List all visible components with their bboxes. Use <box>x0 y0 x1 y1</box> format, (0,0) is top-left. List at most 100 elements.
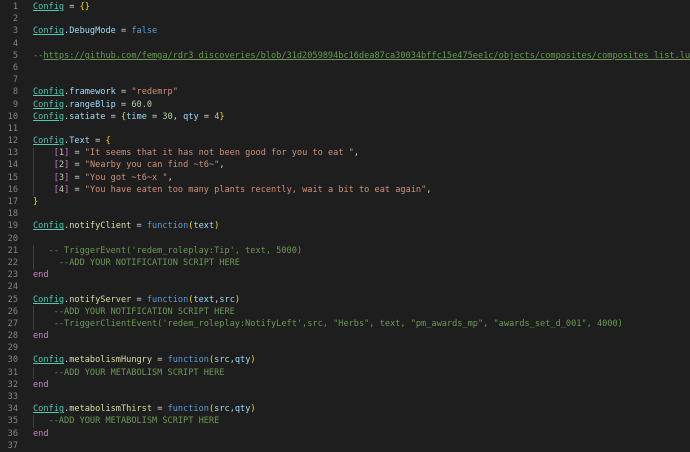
code-token: = <box>115 26 132 37</box>
code-text: Config = {} <box>33 1 90 13</box>
code-line[interactable]: 32 end <box>0 379 690 391</box>
code-token: "Nearby you can find ~t6~" <box>84 160 220 171</box>
code-token: end <box>33 428 49 439</box>
code-token: Config <box>33 404 65 415</box>
code-line[interactable]: 27 --TriggerClientEvent('redem_roleplay:… <box>0 317 690 331</box>
code-line[interactable]: 5 --https://github.com/femga/rdr3_discove… <box>0 50 690 62</box>
code-token: framework <box>69 87 116 98</box>
code-token: = <box>152 355 168 366</box>
code-token: 60.0 <box>131 99 153 110</box>
code-token: = <box>69 172 85 183</box>
code-token: Config <box>33 2 65 12</box>
code-line[interactable]: 1 Config = {} <box>0 1 690 13</box>
code-line[interactable]: 28 end <box>0 330 690 342</box>
code-text: Config.Text = { <box>33 135 111 147</box>
code-token: DebugMode <box>69 26 116 37</box>
code-line[interactable]: 18 <box>0 208 690 220</box>
code-token: Config <box>33 294 65 305</box>
line-number: 2 <box>12 14 18 25</box>
code-line[interactable]: 11 <box>0 123 690 135</box>
line-number: 31 <box>7 367 18 378</box>
code-line[interactable]: 24 <box>0 281 690 293</box>
code-line[interactable]: 7 <box>0 74 690 86</box>
code-token: notifyServer <box>69 294 132 305</box>
line-number: 27 <box>7 318 18 329</box>
code-token: = <box>105 111 121 122</box>
code-token: src <box>219 294 235 305</box>
code-line[interactable]: 10 Config.satiate = {time = 30, qty = 4} <box>0 111 690 123</box>
code-token: = <box>115 99 132 110</box>
code-line[interactable]: 2 <box>0 13 690 25</box>
line-number: 34 <box>7 404 18 415</box>
code-token: "You got ~t6~x " <box>84 172 168 183</box>
code-line[interactable]: 23 end <box>0 269 690 281</box>
code-line[interactable]: 13 [1] = "It seems that it has not been … <box>0 147 690 160</box>
code-line[interactable]: 20 <box>0 233 690 245</box>
code-line[interactable]: 33 <box>0 391 690 403</box>
code-token: Config <box>33 87 65 98</box>
code-line[interactable]: 36 end <box>0 428 690 440</box>
code-line[interactable]: 17} <box>0 196 690 208</box>
code-token[interactable]: https://github.com/femga/rdr3_discoverie… <box>43 51 690 61</box>
code-line[interactable]: 12 Config.Text = { <box>0 135 690 147</box>
code-line[interactable]: 15 [3] = "You got ~t6~x ", <box>0 171 690 184</box>
code-line[interactable]: 21 -- TriggerEvent('redem_roleplay:Tip',… <box>0 244 690 257</box>
code-token: --ADD YOUR NOTIFICATION SCRIPT HERE <box>58 257 240 268</box>
code-token: end <box>33 379 49 390</box>
code-line[interactable]: 9 Config.rangeBlip = 60.0 <box>0 99 690 111</box>
code-token: satiate <box>69 111 106 122</box>
code-line[interactable]: 19 Config.notifyClient = function(text) <box>0 220 690 232</box>
code-token: = <box>69 160 85 171</box>
line-number: 5 <box>12 50 18 61</box>
code-token: ) <box>250 355 256 366</box>
code-token: metabolismThirst <box>69 404 153 415</box>
code-line[interactable]: 31 --ADD YOUR METABOLISM SCRIPT HERE <box>0 366 690 379</box>
code-token: "redemrp" <box>131 87 178 98</box>
code-text: Config.metabolismThirst = function(src,q… <box>33 403 256 415</box>
code-token: false <box>131 26 158 37</box>
line-number: 11 <box>7 123 18 134</box>
line-number: 8 <box>12 87 18 98</box>
line-number: 14 <box>7 160 18 171</box>
code-token: function <box>146 221 189 232</box>
code-token: = <box>69 184 85 195</box>
code-line[interactable]: 37 <box>0 440 690 452</box>
code-line[interactable]: 25 Config.notifyServer = function(text,sr… <box>0 294 690 306</box>
code-text: } <box>33 196 38 208</box>
line-number: 16 <box>7 184 18 195</box>
line-number: 15 <box>7 172 18 183</box>
line-number: 12 <box>7 136 18 147</box>
code-token: { <box>105 136 111 147</box>
code-token: end <box>33 331 49 342</box>
code-line[interactable]: 8 Config.framework = "redemrp" <box>0 86 690 98</box>
code-editor[interactable]: 1 Config = {} 2 3 Config.DebugMode = false 4 5… <box>0 0 690 451</box>
code-token: "You have eaten too many plants recently… <box>84 184 427 195</box>
code-line[interactable]: 35 --ADD YOUR METABOLISM SCRIPT HERE <box>0 415 690 428</box>
code-line[interactable]: 4 <box>0 38 690 50</box>
code-line[interactable]: 29 <box>0 342 690 354</box>
code-line[interactable]: 6 <box>0 62 690 74</box>
code-token: -- <box>33 50 44 61</box>
code-line[interactable]: 26 --ADD YOUR NOTIFICATION SCRIPT HERE <box>0 305 690 318</box>
code-line[interactable]: 22 --ADD YOUR NOTIFICATION SCRIPT HERE <box>0 256 690 270</box>
line-number: 19 <box>7 221 18 232</box>
code-line[interactable]: 30 Config.metabolismHungry = function(src… <box>0 354 690 366</box>
code-text: Config.DebugMode = false <box>33 25 157 37</box>
code-line[interactable]: 14 [2] = "Nearby you can find ~t6~", <box>0 159 690 172</box>
code-token: --ADD YOUR NOTIFICATION SCRIPT HERE <box>53 306 235 317</box>
code-token: ) <box>250 404 256 415</box>
line-number: 36 <box>7 428 18 439</box>
code-token: ) <box>214 221 220 232</box>
line-number: 32 <box>7 379 18 390</box>
code-line[interactable]: 16 [4] = "You have eaten too many plants… <box>0 183 690 196</box>
code-line[interactable]: 3 Config.DebugMode = false <box>0 25 690 37</box>
code-token: 30 <box>162 111 173 122</box>
code-line[interactable]: 34 Config.metabolismThirst = function(src… <box>0 403 690 415</box>
code-token: rangeBlip <box>69 99 116 110</box>
code-text: --ADD YOUR NOTIFICATION SCRIPT HERE <box>33 257 240 269</box>
